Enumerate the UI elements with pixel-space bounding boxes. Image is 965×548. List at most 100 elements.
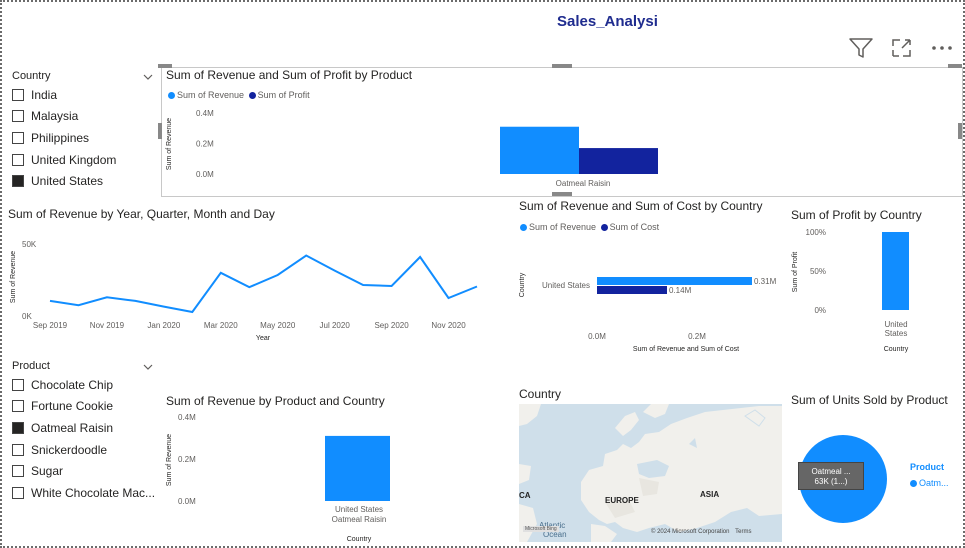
filter-icon[interactable]: [848, 37, 874, 59]
units-sold-by-product-visual[interactable]: Sum of Units Sold by Product Oatmeal ...…: [788, 392, 962, 542]
pie-legend-title: Product: [910, 462, 945, 472]
slicer-item-label: Snickerdoodle: [31, 442, 108, 457]
revenue-profit-by-product-visual[interactable]: Sum of Revenue and Sum of Profit by Prod…: [158, 64, 963, 197]
checkbox[interactable]: [12, 110, 24, 123]
checkbox[interactable]: [12, 153, 24, 166]
slicer-item-fortune-cookie[interactable]: Fortune Cookie: [12, 396, 157, 418]
slicer-item-snickerdoodle[interactable]: Snickerdoodle: [12, 439, 157, 461]
checkbox[interactable]: [12, 378, 24, 391]
resize-handle-bottom[interactable]: [552, 192, 572, 196]
slicer-item-label: United States: [31, 174, 104, 189]
slicer-item-united-states[interactable]: United States: [12, 170, 157, 192]
x-tick-label: United: [884, 320, 907, 329]
checkbox[interactable]: [12, 465, 24, 478]
pie-legend-item[interactable]: Oatm...: [910, 478, 949, 488]
checkbox-checked[interactable]: [12, 175, 24, 188]
chevron-down-icon[interactable]: [143, 357, 153, 375]
x-tick-label: Jan 2020: [147, 321, 180, 330]
country-map-visual[interactable]: Country CA EUROPE ASIA Atlantic Oc: [516, 385, 784, 545]
y-tick-label: 0.4M: [196, 109, 214, 118]
resize-handle-top-right[interactable]: [948, 64, 962, 68]
checkbox[interactable]: [12, 486, 24, 499]
y-tick-label: 0K: [22, 312, 32, 321]
checkbox-checked[interactable]: [12, 421, 24, 434]
product-slicer-list: Chocolate Chip Fortune Cookie Oatmeal Ra…: [12, 374, 157, 504]
bar-revenue[interactable]: [500, 126, 579, 174]
slicer-item-white-chocolate[interactable]: White Chocolate Mac...: [12, 482, 157, 504]
y-axis-title: Sum of Revenue: [166, 434, 173, 486]
country-slicer: Country India Malaysia Philippines Unite…: [12, 68, 157, 192]
slicer-item-india[interactable]: India: [12, 84, 157, 106]
y-tick-label: 100%: [806, 228, 826, 237]
map-label-asia: ASIA: [700, 490, 720, 499]
report-title: Sales_Analysi: [557, 13, 658, 30]
y-tick-label: 50%: [810, 267, 826, 276]
tooltip: Oatmeal ... 63K (1...): [798, 462, 864, 490]
data-label: 0.14M: [669, 286, 692, 295]
chart-plot: 0.4M 0.2M 0.0M Sum of Revenue Oatmeal Raisin: [166, 109, 658, 188]
checkbox[interactable]: [12, 131, 24, 144]
country-slicer-header: Country: [12, 70, 51, 82]
bar-revenue[interactable]: [597, 277, 752, 285]
slicer-item-sugar[interactable]: Sugar: [12, 460, 157, 482]
slicer-item-label: Philippines: [31, 130, 90, 145]
bar-revenue[interactable]: [325, 435, 390, 501]
legend-label: Oatm...: [919, 478, 949, 488]
slicer-item-malaysia[interactable]: Malaysia: [12, 106, 157, 128]
map-copyright: © 2024 Microsoft Corporation Terms: [651, 529, 751, 535]
slicer-item-label: United Kingdom: [31, 152, 117, 167]
bar-profit[interactable]: [579, 148, 658, 174]
slicer-item-chocolate-chip[interactable]: Chocolate Chip: [12, 374, 157, 396]
y-tick-label: 0.0M: [196, 170, 214, 179]
x-tick-label: Oatmeal Raisin: [332, 515, 387, 524]
slicer-item-label: Sugar: [31, 464, 64, 479]
chart-title: Country: [519, 387, 562, 401]
bar-cost[interactable]: [597, 286, 667, 294]
checkbox[interactable]: [12, 88, 24, 101]
x-tick-label: 0.2M: [688, 332, 706, 341]
x-tick-label: Oatmeal Raisin: [556, 179, 611, 188]
slicer-item-philippines[interactable]: Philippines: [12, 127, 157, 149]
resize-handle-left[interactable]: [158, 123, 162, 139]
chevron-down-icon[interactable]: [143, 67, 153, 85]
x-tick-label: Sep 2019: [33, 321, 68, 330]
checkbox[interactable]: [12, 443, 24, 456]
checkbox[interactable]: [12, 400, 24, 413]
x-axis-title: Sum of Revenue and Sum of Cost: [633, 346, 739, 353]
focus-mode-icon[interactable]: [889, 37, 915, 59]
x-tick-label: Sep 2020: [374, 321, 409, 330]
y-tick-label: 0%: [814, 306, 826, 315]
y-axis-title: Sum of Profit: [792, 252, 799, 293]
y-axis-title: Sum of Revenue: [166, 118, 173, 170]
slicer-item-united-kingdom[interactable]: United Kingdom: [12, 149, 157, 171]
country-slicer-list: India Malaysia Philippines United Kingdo…: [12, 84, 157, 192]
tooltip-line: 63K (1...): [814, 477, 848, 486]
line-series-revenue: [49, 254, 478, 314]
y-tick-label: 0.4M: [178, 413, 196, 422]
bar-profit[interactable]: [882, 232, 909, 310]
x-axis-title: Year: [256, 335, 271, 342]
copyright-text: © 2024 Microsoft Corporation: [651, 529, 730, 535]
x-tick-label: United States: [335, 505, 383, 514]
revenue-by-date-visual[interactable]: Sum of Revenue by Year, Quarter, Month a…: [6, 205, 490, 350]
y-axis-title: Sum of Revenue: [10, 251, 17, 303]
revenue-by-product-country-visual[interactable]: Sum of Revenue by Product and Country 0.…: [162, 392, 502, 546]
resize-handle-top-left[interactable]: [158, 64, 172, 68]
map-canvas[interactable]: CA EUROPE ASIA Atlantic Ocean Microsoft …: [519, 404, 782, 542]
tooltip-line: Oatmeal ...: [811, 467, 851, 476]
slicer-item-oatmeal-raisin[interactable]: Oatmeal Raisin: [12, 417, 157, 439]
profit-by-country-visual[interactable]: Sum of Profit by Country 100% 50% 0% Sum of…: [788, 206, 960, 356]
terms-link[interactable]: Terms: [735, 529, 751, 535]
x-tick-label: May 2020: [260, 321, 296, 330]
slicer-item-label: Fortune Cookie: [31, 399, 114, 414]
revenue-cost-by-country-visual[interactable]: Sum of Revenue and Sum of Cost by Countr…: [516, 197, 784, 357]
slicer-item-label: Malaysia: [31, 109, 79, 124]
x-tick-label: Mar 2020: [204, 321, 238, 330]
more-options-icon[interactable]: [930, 40, 956, 56]
chart-plot: 0.4M 0.2M 0.0M Sum of Revenue United StatesO…: [166, 413, 390, 543]
chart-plot: 100% 50% 0% Sum of Profit UnitedStates Countr…: [792, 228, 909, 353]
resize-handle-top[interactable]: [552, 64, 572, 68]
product-slicer-header: Product: [12, 360, 50, 372]
x-tick-label: 0.0M: [588, 332, 606, 341]
resize-handle-right[interactable]: [958, 123, 962, 139]
